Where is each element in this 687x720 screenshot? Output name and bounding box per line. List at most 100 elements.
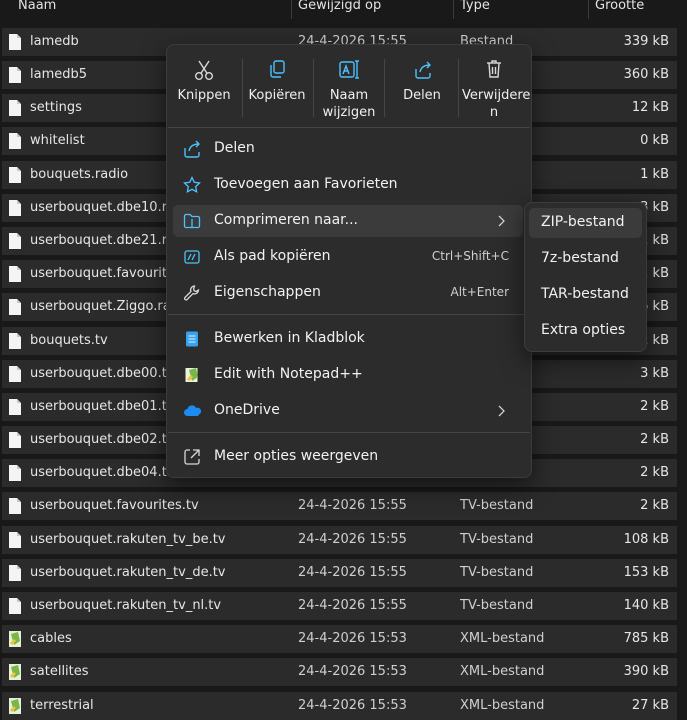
column-divider[interactable]	[291, 0, 292, 19]
file-date: 24-4-2026 15:55	[298, 598, 407, 613]
menu-item-compress[interactable]: Comprimeren naar...	[173, 205, 523, 237]
file-name: userbouquet.favourites	[30, 266, 182, 281]
file-name: bouquets.tv	[30, 333, 108, 348]
column-type[interactable]: Type	[460, 0, 490, 13]
file-size: 2 kB	[640, 432, 669, 447]
compress-submenu: ZIP-bestand 7z-bestand TAR-bestand Extra…	[524, 202, 647, 352]
file-icon	[9, 233, 21, 249]
file-type: TV-bestand	[460, 598, 534, 613]
file-type: TV-bestand	[460, 532, 534, 547]
menu-item-label: Comprimeren naar...	[214, 212, 358, 228]
file-row[interactable]: terrestrial 24-4-2026 15:53 XML-bestand 27 …	[2, 692, 677, 720]
file-name: userbouquet.dbe01.tv	[30, 399, 175, 414]
file-size: 2 kB	[640, 498, 669, 513]
menu-item-share[interactable]: Delen	[173, 133, 523, 165]
file-type: XML-bestand	[460, 698, 545, 713]
menu-item-notepadpp[interactable]: Edit with Notepad++	[173, 359, 523, 391]
shortcut-label: Alt+Enter	[450, 285, 509, 299]
menu-item-label: Als pad kopiëren	[214, 248, 331, 264]
file-date: 24-4-2026 15:53	[298, 631, 407, 646]
star-icon	[183, 176, 201, 194]
file-date: 24-4-2026 15:55	[298, 565, 407, 580]
file-row[interactable]: userbouquet.favourites.tv 24-4-2026 15:55…	[2, 492, 677, 520]
file-name: lamedb	[30, 34, 79, 49]
submenu-item-tar[interactable]: TAR-bestand	[529, 280, 642, 310]
file-size: 2 kB	[640, 465, 669, 480]
notepadpp-icon	[185, 368, 198, 382]
file-name: userbouquet.dbe02.tv	[30, 432, 175, 447]
file-icon	[9, 498, 21, 514]
cut-label: Knippen	[177, 88, 231, 103]
column-divider[interactable]	[453, 0, 454, 19]
menu-item-notepad[interactable]: Bewerken in Kladblok	[173, 323, 523, 355]
copy-label: Kopiëren	[248, 88, 306, 103]
menu-separator	[168, 432, 530, 433]
xml-file-icon	[9, 698, 21, 714]
file-size: 360 kB	[623, 67, 669, 82]
file-size: 108 kB	[623, 532, 669, 547]
file-icon	[9, 167, 21, 183]
submenu-item-7z[interactable]: 7z-bestand	[529, 244, 642, 274]
copy-button[interactable]: Kopiëren	[245, 53, 309, 127]
file-name: cables	[30, 631, 72, 646]
file-icon	[9, 598, 21, 614]
rename-button[interactable]: Naam wijzigen	[317, 53, 381, 127]
menu-item-label: Eigenschappen	[214, 284, 321, 300]
file-name: lamedb5	[30, 67, 88, 82]
submenu-item-label: ZIP-bestand	[541, 214, 625, 230]
wrench-icon	[183, 285, 200, 301]
file-name: settings	[30, 100, 82, 115]
file-icon	[9, 299, 21, 315]
trash-icon	[487, 60, 501, 78]
rename-label: Naam wijzigen	[322, 88, 376, 120]
menu-item-onedrive[interactable]: OneDrive	[173, 395, 523, 427]
file-icon	[9, 399, 21, 415]
divider	[242, 59, 243, 117]
file-row[interactable]: userbouquet.rakuten_tv_de.tv 24-4-2026 15…	[2, 559, 677, 587]
menu-item-properties[interactable]: Eigenschappen Alt+Enter	[173, 277, 523, 309]
file-size: 785 kB	[623, 631, 669, 646]
copy-icon	[270, 60, 285, 78]
file-name: bouquets.radio	[30, 167, 129, 182]
file-name: userbouquet.dbe04.tv	[30, 465, 175, 480]
share-icon	[184, 140, 200, 158]
xml-file-icon	[9, 664, 21, 680]
file-row[interactable]: userbouquet.rakuten_tv_nl.tv 24-4-2026 15…	[2, 592, 677, 620]
file-icon	[9, 133, 21, 149]
menu-item-copy-path[interactable]: Als pad kopiëren Ctrl+Shift+C	[173, 241, 523, 273]
file-row[interactable]: userbouquet.rakuten_tv_be.tv 24-4-2026 15…	[2, 526, 677, 554]
more-options-icon	[184, 449, 200, 465]
menu-item-more-options[interactable]: Meer opties weergeven	[173, 441, 523, 473]
file-type: XML-bestand	[460, 631, 545, 646]
file-type: TV-bestand	[460, 498, 534, 513]
submenu-item-extra-options[interactable]: Extra opties	[529, 316, 642, 346]
delete-button[interactable]: Verwijdere n	[462, 53, 530, 127]
menu-item-label: Edit with Notepad++	[214, 366, 363, 382]
column-size[interactable]: Grootte	[595, 0, 644, 13]
file-date: 24-4-2026 15:55	[298, 498, 407, 513]
menu-item-favorites[interactable]: Toevoegen aan Favorieten	[173, 169, 523, 201]
shortcut-label: Ctrl+Shift+C	[431, 249, 509, 263]
rename-icon	[339, 60, 359, 79]
column-header: Naam Gewijzigd op Type Grootte	[0, 0, 687, 19]
file-name: whitelist	[30, 133, 85, 148]
file-icon	[9, 432, 21, 448]
xml-file-icon	[9, 631, 21, 647]
file-size: 0 kB	[640, 133, 669, 148]
file-name: terrestrial	[30, 698, 94, 713]
column-name[interactable]: Naam	[18, 0, 56, 13]
share-button[interactable]: Delen	[390, 53, 454, 127]
file-icon	[9, 34, 21, 50]
cut-button[interactable]: Knippen	[172, 53, 236, 127]
file-size: 153 kB	[623, 565, 669, 580]
column-modified[interactable]: Gewijzigd op	[298, 0, 381, 13]
submenu-item-zip[interactable]: ZIP-bestand	[529, 208, 642, 238]
file-row[interactable]: cables 24-4-2026 15:53 XML-bestand 785 kB	[2, 625, 677, 653]
file-row[interactable]: satellites 24-4-2026 15:53 XML-bestand 390 …	[2, 658, 677, 686]
copy-path-icon	[184, 250, 200, 264]
file-type: TV-bestand	[460, 565, 534, 580]
file-size: 1 kB	[640, 167, 669, 182]
file-icon	[9, 333, 21, 349]
column-divider[interactable]	[588, 0, 589, 19]
menu-item-label: Bewerken in Kladblok	[214, 330, 365, 346]
